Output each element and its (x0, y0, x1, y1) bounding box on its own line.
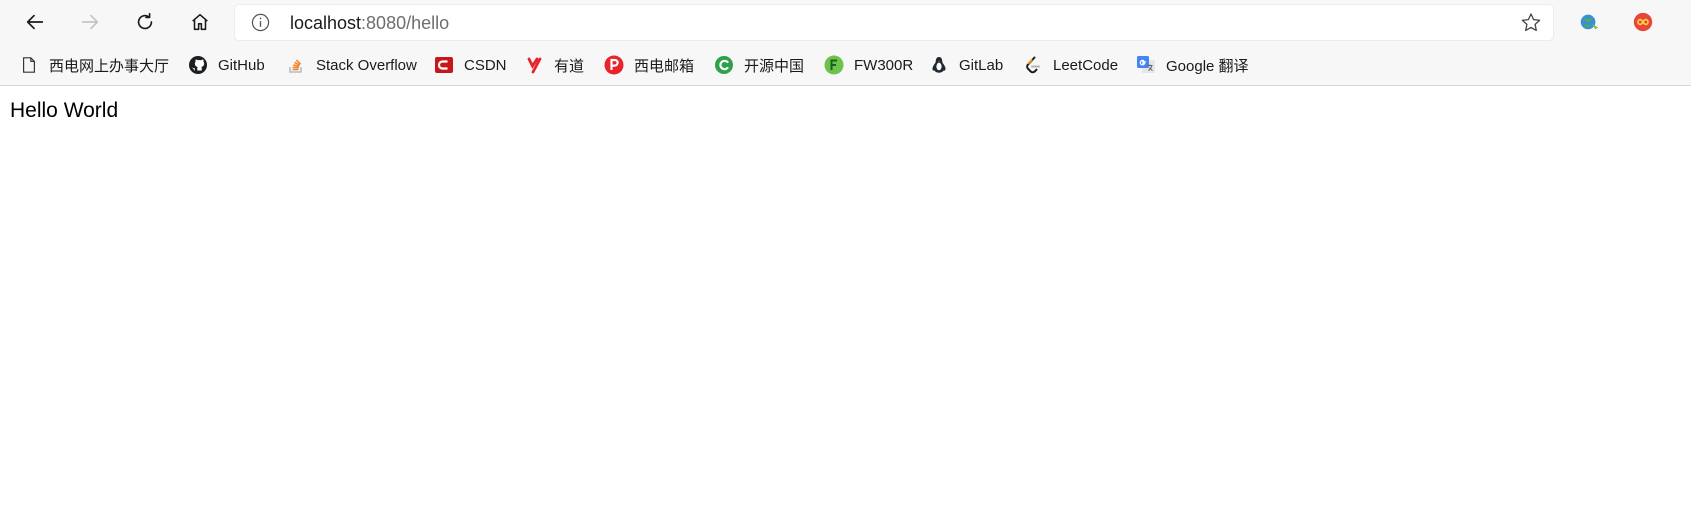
bookmark-label: CSDN (464, 56, 507, 74)
home-button[interactable] (182, 4, 218, 40)
bookmarks-bar: 西电网上办事大厅 GitHub Stack Overflow CSDN 有道 西… (0, 44, 1691, 86)
url-text[interactable]: localhost:8080/hello (290, 13, 449, 33)
leetcode-icon (1022, 54, 1044, 76)
bookmark-label: 有道 (554, 57, 585, 75)
bookmark-label: FW300R (854, 56, 914, 74)
page-icon (18, 54, 40, 76)
url-host: localhost (290, 13, 362, 33)
bookmark-xidian-mail[interactable]: 西电邮箱 (603, 53, 694, 77)
bookmark-github[interactable]: GitHub (187, 53, 265, 77)
refresh-button[interactable] (127, 4, 163, 40)
forward-button[interactable] (72, 4, 108, 40)
bookmark-label: 西电网上办事大厅 (49, 57, 170, 75)
home-icon (192, 13, 208, 31)
csdn-icon (433, 54, 455, 76)
youdao-icon (523, 54, 545, 76)
oschina-icon (713, 54, 735, 76)
globe-download-icon (1580, 14, 1599, 30)
bookmark-label: 开源中国 (744, 57, 805, 75)
google-translate-icon (1135, 54, 1157, 76)
forward-arrow-icon (81, 14, 99, 30)
url-path: :8080/hello (361, 13, 450, 33)
page-body-text: Hello World (10, 99, 119, 122)
github-icon (187, 54, 209, 76)
bookmark-label: Google 翻译 (1166, 57, 1249, 75)
bookmark-label: GitHub (218, 56, 265, 74)
back-arrow-icon (26, 14, 44, 30)
bookmark-google-translate[interactable]: Google 翻译 (1135, 53, 1249, 77)
infinity-icon (1633, 12, 1653, 32)
penguin-icon (928, 54, 950, 76)
info-icon[interactable] (251, 13, 270, 32)
bookmark-gitlab[interactable]: GitLab (928, 53, 1003, 77)
bookmark-label: GitLab (959, 56, 1004, 74)
bookmark-label: Stack Overflow (316, 56, 417, 74)
bookmark-youdao[interactable]: 有道 (523, 53, 584, 77)
address-bar[interactable]: localhost:8080/hello (235, 5, 1553, 40)
stackoverflow-icon (285, 54, 307, 76)
back-button[interactable] (17, 4, 53, 40)
bookmark-leetcode[interactable]: LeetCode (1022, 53, 1118, 77)
router-f-icon (823, 54, 845, 76)
refresh-icon (137, 12, 153, 30)
browser-toolbar: localhost:8080/hello (0, 0, 1691, 44)
bookmark-label: LeetCode (1053, 56, 1119, 74)
bookmark-stackoverflow[interactable]: Stack Overflow (285, 53, 417, 77)
bookmark-fw300r[interactable]: FW300R (823, 53, 913, 77)
extension-infinity-button[interactable] (1631, 10, 1655, 34)
bookmark-xidian-hall[interactable]: 西电网上办事大厅 (18, 53, 169, 77)
extension-globe-button[interactable] (1577, 10, 1601, 34)
mail-p-icon (603, 54, 625, 76)
favorite-star-icon[interactable] (1519, 11, 1543, 35)
bookmark-label: 西电邮箱 (634, 57, 695, 75)
bookmark-csdn[interactable]: CSDN (433, 53, 507, 77)
bookmark-oschina[interactable]: 开源中国 (713, 53, 804, 77)
